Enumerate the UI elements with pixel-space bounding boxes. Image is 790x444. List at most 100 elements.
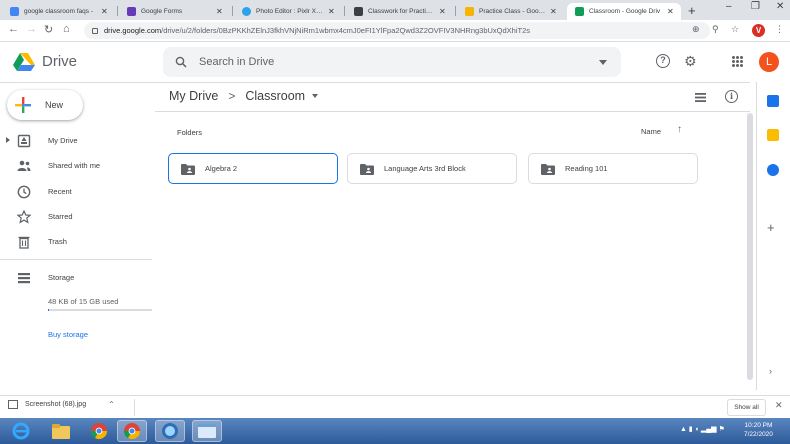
sidebar-item-trash[interactable]: Trash <box>0 231 152 253</box>
my-drive-icon <box>17 134 31 148</box>
downloads-divider <box>134 399 135 416</box>
sidebar-item-storage[interactable]: Storage <box>0 267 152 289</box>
clock-icon <box>17 185 31 199</box>
address-bar[interactable]: drive.google.com/drive/u/2/folders/0BzPK… <box>84 22 710 39</box>
trash-icon <box>18 236 30 249</box>
content-scrollbar[interactable] <box>747 113 753 380</box>
browser-tab[interactable]: Google Forms ✕ <box>119 3 230 20</box>
breadcrumb-my-drive[interactable]: My Drive <box>169 89 218 103</box>
browser-tab[interactable]: Photo Editor : Pixlr X - fr ✕ <box>234 3 342 20</box>
sidebar-item-shared[interactable]: Shared with me <box>0 155 152 177</box>
chrome-icon[interactable] <box>84 420 114 442</box>
tasks-icon[interactable] <box>767 164 779 176</box>
account-avatar[interactable]: L <box>759 52 779 72</box>
close-tab-icon[interactable]: ✕ <box>667 7 675 16</box>
window-app-icon[interactable] <box>192 420 222 442</box>
shared-folder-icon <box>360 164 374 175</box>
close-tab-icon[interactable]: ✕ <box>328 7 336 16</box>
search-icon[interactable] <box>175 56 187 68</box>
breadcrumb: My Drive > Classroom <box>169 89 319 103</box>
shared-icon <box>17 160 31 171</box>
tab-separator <box>455 6 456 16</box>
browser-tab-strip: google classroom faqs - ✕ Google Forms ✕… <box>0 0 790 20</box>
breadcrumb-separator: > <box>228 89 236 103</box>
sidebar-item-starred[interactable]: Starred <box>0 206 152 228</box>
close-tab-icon[interactable]: ✕ <box>101 7 109 16</box>
shared-folder-icon <box>541 164 555 175</box>
tab-separator <box>117 6 118 16</box>
close-downloads-icon[interactable]: ✕ <box>775 400 783 411</box>
tab-separator <box>344 6 345 16</box>
close-tab-icon[interactable]: ✕ <box>439 7 447 16</box>
storage-icon <box>18 273 30 284</box>
taskbar-clock[interactable]: 10:20 PM 7/22/2020 <box>744 421 773 439</box>
settings-gear-icon[interactable]: ⚙ <box>684 53 697 70</box>
show-all-button[interactable]: Show all <box>727 399 766 416</box>
close-window-button[interactable]: ✕ <box>776 1 784 12</box>
menu-dots-icon[interactable]: ⋮ <box>775 24 784 35</box>
new-button-label: New <box>45 100 64 110</box>
folder-card-algebra-2[interactable]: Algebra 2 <box>168 153 338 184</box>
download-filename: Screenshot (68).jpg <box>25 401 87 408</box>
keep-icon[interactable] <box>767 129 779 141</box>
browser-tab-active[interactable]: Classroom - Google Driv ✕ <box>567 3 681 20</box>
close-tab-icon[interactable]: ✕ <box>550 7 558 16</box>
sort-name-button[interactable]: Name <box>641 127 661 136</box>
calendar-icon[interactable] <box>767 95 779 107</box>
browser-tab[interactable]: google classroom faqs - ✕ <box>2 3 115 20</box>
classroom-favicon-icon <box>465 7 474 16</box>
buy-storage-link[interactable]: Buy storage <box>48 330 88 339</box>
sidebar-item-recent[interactable]: Recent <box>0 181 152 203</box>
new-button[interactable]: New <box>7 90 83 120</box>
search-input[interactable] <box>199 56 579 68</box>
file-explorer-icon[interactable] <box>46 420 76 442</box>
browser-tab[interactable]: Classwork for Practice Cl ✕ <box>346 3 453 20</box>
browser-profile-avatar[interactable]: V <box>752 24 765 37</box>
zoom-icon[interactable]: ⚲ <box>712 24 719 35</box>
browser-toolbar: ← → ↻ ⌂ drive.google.com/drive/u/2/folde… <box>0 20 790 42</box>
app-window-icon[interactable] <box>155 420 185 442</box>
sort-arrow-up-icon[interactable]: ↑ <box>677 124 682 135</box>
internet-explorer-icon[interactable] <box>6 420 36 442</box>
search-bar[interactable] <box>163 47 621 77</box>
breadcrumb-classroom[interactable]: Classroom <box>245 89 305 103</box>
url-path: /drive/u/2/folders/0BzPKKhZElnJ3fkhVNjNi… <box>161 26 531 35</box>
drive-app-name: Drive <box>42 53 78 70</box>
help-icon[interactable]: ? <box>656 54 670 68</box>
drive-logo-icon[interactable] <box>13 53 35 71</box>
shared-folder-icon <box>181 164 195 175</box>
content-divider <box>155 111 750 112</box>
add-addon-icon[interactable]: + <box>767 220 775 235</box>
star-icon <box>17 210 31 224</box>
storage-usage-text: 48 KB of 15 GB used <box>48 297 119 306</box>
chevron-right-icon[interactable]: › <box>769 366 772 376</box>
image-file-icon <box>8 400 18 409</box>
home-icon[interactable]: ⌂ <box>63 23 70 35</box>
reload-icon[interactable]: ↻ <box>44 23 53 36</box>
browser-tab[interactable]: Practice Class - Google C ✕ <box>457 3 564 20</box>
system-tray-icons[interactable]: ▲ ▮ ◖ ▂▄▆ ⚑ <box>680 425 725 433</box>
side-panel: + › <box>756 82 790 390</box>
list-view-icon[interactable] <box>695 93 706 102</box>
chevron-up-icon[interactable]: ⌃ <box>108 400 115 409</box>
download-item[interactable]: Screenshot (68).jpg ⌃ <box>8 400 115 409</box>
expand-arrow-icon[interactable] <box>6 137 10 143</box>
folder-card-reading-101[interactable]: Reading 101 <box>528 153 698 184</box>
new-tab-button[interactable]: + <box>688 3 696 18</box>
forward-arrow-icon[interactable]: → <box>26 23 37 35</box>
apps-grid-icon[interactable] <box>732 56 743 67</box>
back-arrow-icon[interactable]: ← <box>8 23 19 35</box>
close-tab-icon[interactable]: ✕ <box>216 7 224 16</box>
bookmark-star-icon[interactable]: ☆ <box>731 24 739 35</box>
info-icon[interactable]: i <box>725 90 738 103</box>
restore-button[interactable]: ❐ <box>751 1 760 12</box>
search-options-icon[interactable] <box>599 60 607 65</box>
target-icon[interactable]: ⊕ <box>692 24 700 35</box>
clock-date: 7/22/2020 <box>744 431 773 438</box>
pixlr-favicon-icon <box>242 7 251 16</box>
folder-card-language-arts[interactable]: Language Arts 3rd Block <box>347 153 517 184</box>
chrome-window-icon[interactable] <box>117 420 147 442</box>
minimize-button[interactable]: – <box>726 1 732 12</box>
sidebar-item-my-drive[interactable]: My Drive <box>0 130 152 152</box>
chevron-down-icon[interactable] <box>312 94 319 98</box>
